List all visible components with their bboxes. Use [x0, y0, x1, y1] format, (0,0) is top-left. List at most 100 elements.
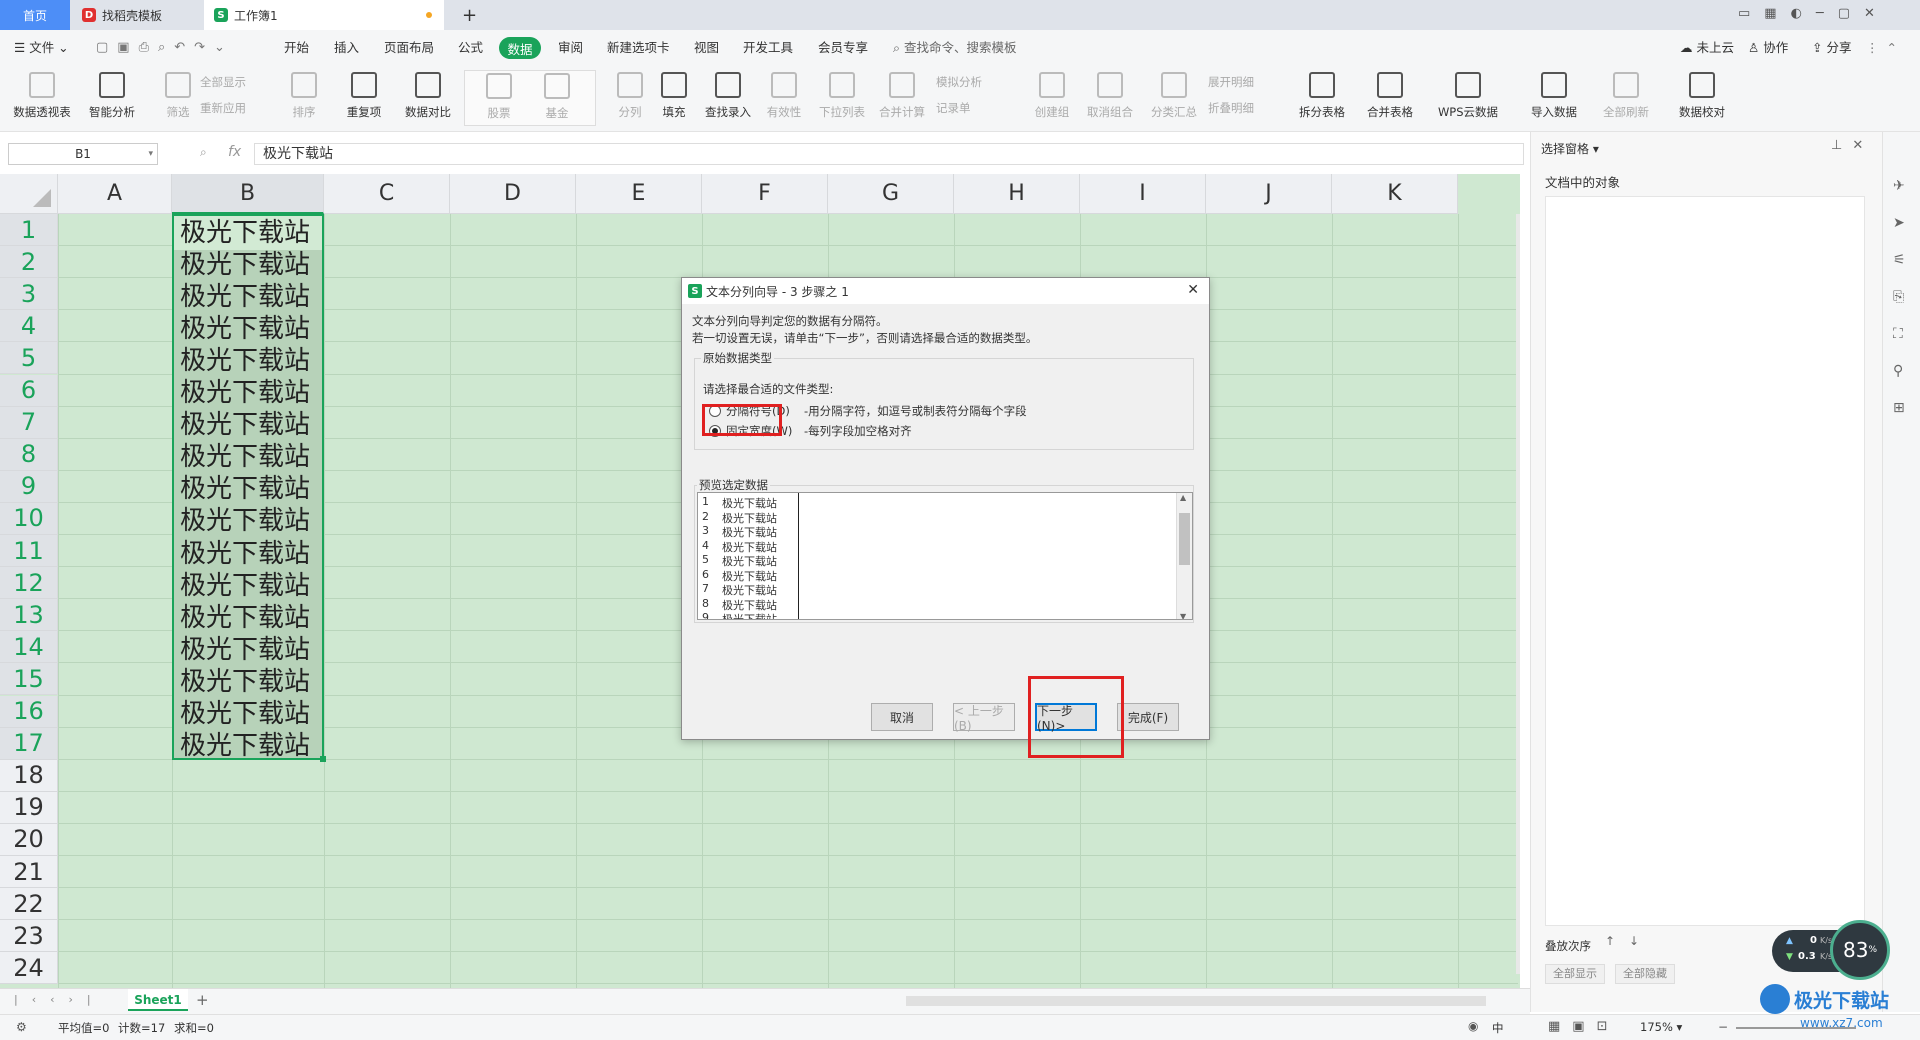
prev-step-button[interactable]: < 上一步(B) [953, 703, 1015, 733]
window-controls[interactable]: ▭▦◐─▢✕ [1738, 6, 1889, 21]
collab-button[interactable]: ♙ 协作 [1748, 30, 1788, 66]
dialog-close-icon[interactable]: ✕ [1187, 282, 1199, 298]
scroll-up-icon[interactable]: ▲ [1180, 493, 1186, 502]
row-header-20[interactable]: 20 [0, 823, 58, 856]
preview-scroll-thumb[interactable] [1179, 513, 1190, 565]
row-header-3[interactable]: 3 [0, 278, 58, 311]
cancel-button[interactable]: 取消 [871, 703, 933, 731]
lookup-entry-button[interactable]: 查找录入 [696, 70, 760, 128]
data-check-button[interactable]: 数据校对 [1670, 70, 1734, 128]
merge-table-button[interactable]: 合并表格 [1358, 70, 1422, 128]
row-header-5[interactable]: 5 [0, 342, 58, 375]
row-header-12[interactable]: 12 [0, 567, 58, 600]
zoom-level[interactable]: 175% ▾ [1640, 1020, 1682, 1034]
row-header-4[interactable]: 4 [0, 310, 58, 343]
row-header-19[interactable]: 19 [0, 791, 58, 824]
hide-all-objects-button[interactable]: 全部隐藏 [1615, 964, 1675, 984]
expand-detail-button[interactable]: 展开明细 [1208, 74, 1254, 90]
zoom-icon[interactable]: ⌕ [200, 145, 207, 160]
order-arrows[interactable]: ↑↓ [1605, 934, 1653, 948]
pivot-table-button[interactable]: 数据透视表 [10, 70, 74, 128]
pane-pin-close[interactable]: ⊥✕ [1831, 138, 1873, 153]
horizontal-scrollbar[interactable] [906, 996, 1486, 1006]
collapse-detail-button[interactable]: 折叠明细 [1208, 100, 1254, 116]
sheet-tab-sheet1[interactable]: Sheet1 [128, 989, 188, 1011]
fill-handle[interactable] [320, 756, 326, 762]
tab-template[interactable]: D 找稻壳模板 [72, 0, 202, 30]
refresh-all-button[interactable]: 全部刷新 [1594, 70, 1658, 128]
row-header-14[interactable]: 14 [0, 631, 58, 664]
create-group-button[interactable]: 创建组 [1020, 70, 1084, 128]
consolidate-button[interactable]: 合并计算 [870, 70, 934, 128]
eye-protect-icon[interactable]: ◉ [1468, 1019, 1478, 1033]
menu-home[interactable]: 开始 [284, 30, 309, 66]
menu-developer[interactable]: 开发工具 [743, 30, 793, 66]
new-tab-button[interactable]: + [452, 0, 487, 30]
row-header-2[interactable]: 2 [0, 246, 58, 279]
row-header-9[interactable]: 9 [0, 470, 58, 503]
memory-usage-gauge[interactable]: 83% [1830, 920, 1890, 980]
scroll-down-icon[interactable]: ▼ [1180, 612, 1186, 619]
finish-button[interactable]: 完成(F) [1117, 703, 1179, 731]
ungroup-button[interactable]: 取消组合 [1078, 70, 1142, 128]
duplicates-button[interactable]: 重复项 [332, 70, 396, 128]
quick-access-toolbar[interactable]: ▢▣⎙⌕↶↷⌄ [96, 40, 234, 55]
column-header-c[interactable]: C [324, 174, 450, 214]
row-header-18[interactable]: 18 [0, 759, 58, 792]
reapply-button[interactable]: 重新应用 [200, 100, 246, 116]
row-header-23[interactable]: 23 [0, 920, 58, 953]
split-table-button[interactable]: 拆分表格 [1290, 70, 1354, 128]
pane-title[interactable]: 选择窗格 ▾ [1541, 140, 1599, 157]
objects-list[interactable] [1545, 196, 1865, 926]
column-header-j[interactable]: J [1206, 174, 1332, 214]
simulation-analysis-button[interactable]: 模拟分析 [936, 74, 982, 90]
menu-formula[interactable]: 公式 [458, 30, 483, 66]
name-box[interactable]: B1 ▾ [8, 143, 158, 165]
menu-member[interactable]: 会员专享 [818, 30, 868, 66]
add-sheet-button[interactable]: + [196, 991, 209, 1009]
row-header-16[interactable]: 16 [0, 695, 58, 728]
column-header-i[interactable]: I [1080, 174, 1206, 214]
stock-button[interactable]: 股票 [467, 71, 531, 129]
row-header-13[interactable]: 13 [0, 599, 58, 632]
row-header-8[interactable]: 8 [0, 438, 58, 471]
row-header-11[interactable]: 11 [0, 535, 58, 568]
menu-view[interactable]: 视图 [694, 30, 719, 66]
row-header-24[interactable]: 24 [0, 952, 58, 985]
formula-input[interactable]: 极光下载站 [254, 143, 1524, 165]
menu-data[interactable]: 数据 [499, 37, 541, 59]
data-compare-button[interactable]: 数据对比 [396, 70, 460, 128]
zoom-out-icon[interactable]: − [1718, 1020, 1728, 1034]
cloud-status[interactable]: ☁ 未上云 [1680, 30, 1734, 66]
dropdown-list-button[interactable]: 下拉列表 [810, 70, 874, 128]
column-header-k[interactable]: K [1332, 174, 1458, 214]
row-header-1[interactable]: 1 [0, 214, 58, 247]
row-header-7[interactable]: 7 [0, 406, 58, 439]
row-header-21[interactable]: 21 [0, 856, 58, 889]
column-header-d[interactable]: D [450, 174, 576, 214]
column-header-g[interactable]: G [828, 174, 954, 214]
tab-workbook[interactable]: S 工作簿1 [204, 0, 444, 30]
input-method[interactable]: 中 [1492, 1020, 1504, 1036]
fx-icon[interactable]: fx [228, 144, 241, 160]
tab-home[interactable]: 首页 [0, 0, 70, 30]
stock-fund-gallery[interactable]: 股票 基金 [464, 70, 596, 126]
menu-new-tab[interactable]: 新建选项卡 [607, 30, 670, 66]
smart-analysis-button[interactable]: 智能分析 [80, 70, 144, 128]
import-data-button[interactable]: 导入数据 [1522, 70, 1586, 128]
menu-page-layout[interactable]: 页面布局 [384, 30, 434, 66]
select-all-corner[interactable] [0, 174, 58, 214]
column-header-b[interactable]: B [172, 174, 324, 214]
row-header-22[interactable]: 22 [0, 888, 58, 921]
subtotal-button[interactable]: 分类汇总 [1142, 70, 1206, 128]
share-button[interactable]: ⇪ 分享 [1812, 30, 1851, 66]
show-all-objects-button[interactable]: 全部显示 [1545, 964, 1605, 984]
preview-box[interactable]: 1 极光下载站 2 极光下载站 3 极光下载站 4 极光下载站 5 极光下载站 6 极光下载站 7 极光下… [697, 492, 1193, 620]
macro-icon[interactable]: ⚙ [16, 1020, 27, 1034]
record-form-button[interactable]: 记录单 [936, 100, 971, 116]
menu-review[interactable]: 审阅 [558, 30, 583, 66]
row-header-17[interactable]: 17 [0, 727, 58, 760]
menu-file[interactable]: ☰ 文件 ⌄ [14, 30, 69, 66]
show-all-button[interactable]: 全部显示 [200, 74, 246, 90]
row-header-6[interactable]: 6 [0, 374, 58, 407]
